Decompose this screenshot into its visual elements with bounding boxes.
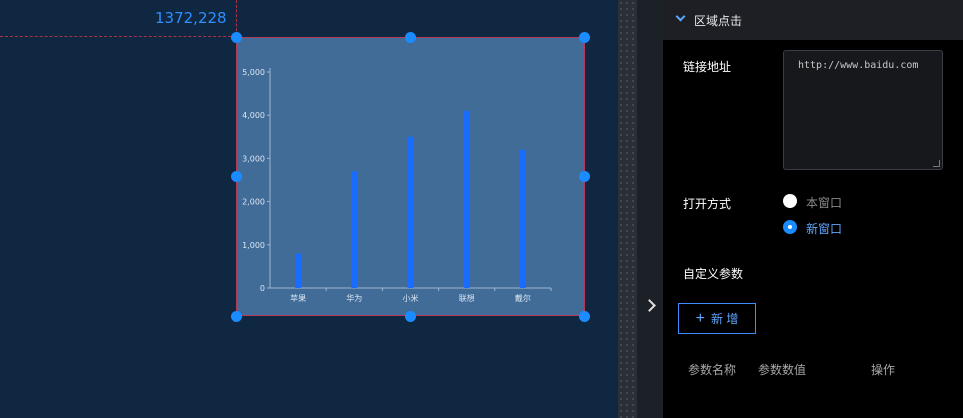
header-actions: 操作	[871, 363, 896, 377]
link-label: 链接地址	[683, 60, 732, 74]
x-tick-label: 联想	[459, 293, 475, 303]
y-tick-label: 4,000	[242, 111, 265, 120]
resize-handle-top-left[interactable]	[231, 32, 242, 43]
panel-toggle[interactable]	[637, 0, 663, 418]
property-panel: 区域点击 链接地址 http://www.baidu.com 打开方式 本窗口 …	[663, 0, 963, 418]
y-tick-label: 3,000	[242, 154, 265, 163]
chevron-down-icon[interactable]	[675, 11, 686, 22]
y-tick-label: 0	[260, 284, 265, 293]
add-button-label: 新 增	[711, 312, 739, 326]
radio-new-window[interactable]	[783, 220, 797, 234]
open-mode-label: 打开方式	[683, 197, 732, 211]
custom-params-label: 自定义参数	[683, 267, 744, 281]
resize-handle-right[interactable]	[579, 171, 590, 182]
resize-handle-top-right[interactable]	[579, 32, 590, 43]
resize-grip-icon[interactable]	[933, 160, 940, 167]
resize-handle-top[interactable]	[405, 32, 416, 43]
bar	[407, 136, 414, 288]
link-url-textarea[interactable]: http://www.baidu.com	[783, 50, 943, 170]
link-url-value: http://www.baidu.com	[798, 60, 919, 71]
design-canvas[interactable]: 1372,228 0 1,000 2,000 3,000 4,000 5,000 苹果 华为 小…	[0, 0, 618, 418]
section-title: 区域点击	[694, 14, 743, 28]
radio-same-window[interactable]	[783, 194, 797, 208]
panel-splitter[interactable]	[618, 0, 637, 418]
radio-new-window-label[interactable]: 新窗口	[806, 220, 842, 237]
chevron-right-icon[interactable]	[643, 299, 656, 312]
header-param-value: 参数数值	[758, 363, 807, 377]
bar	[351, 171, 358, 288]
x-tick-label: 小米	[403, 293, 419, 303]
x-tick-label: 戴尔	[515, 293, 531, 303]
resize-handle-bottom[interactable]	[405, 311, 416, 322]
x-tick-label: 华为	[346, 293, 362, 303]
coordinate-readout: 1372,228	[155, 9, 227, 27]
app-root: 1372,228 0 1,000 2,000 3,000 4,000 5,000 苹果 华为 小…	[0, 0, 963, 418]
y-tick-label: 5,000	[242, 68, 265, 77]
bar	[463, 110, 470, 288]
y-tick-label: 2,000	[242, 198, 265, 207]
header-param-name: 参数名称	[688, 363, 737, 377]
bar-chart: 0 1,000 2,000 3,000 4,000 5,000 苹果 华为 小米 联想 戴尔	[242, 68, 552, 303]
add-param-button[interactable]: + 新 增	[678, 303, 756, 334]
resize-handle-left[interactable]	[231, 171, 242, 182]
x-tick-label: 苹果	[290, 293, 306, 303]
resize-handle-bottom-left[interactable]	[231, 311, 242, 322]
y-tick-label: 1,000	[242, 241, 265, 250]
plus-icon: +	[695, 309, 705, 327]
bar	[295, 253, 302, 288]
section-header[interactable]: 区域点击	[663, 0, 963, 40]
bar	[519, 149, 526, 288]
horizontal-guide-line	[0, 36, 236, 37]
chart-widget[interactable]: 0 1,000 2,000 3,000 4,000 5,000 苹果 华为 小米 联想 戴尔	[236, 37, 585, 316]
vertical-guide-line	[236, 0, 237, 36]
resize-handle-bottom-right[interactable]	[579, 311, 590, 322]
radio-same-window-label[interactable]: 本窗口	[806, 194, 842, 211]
